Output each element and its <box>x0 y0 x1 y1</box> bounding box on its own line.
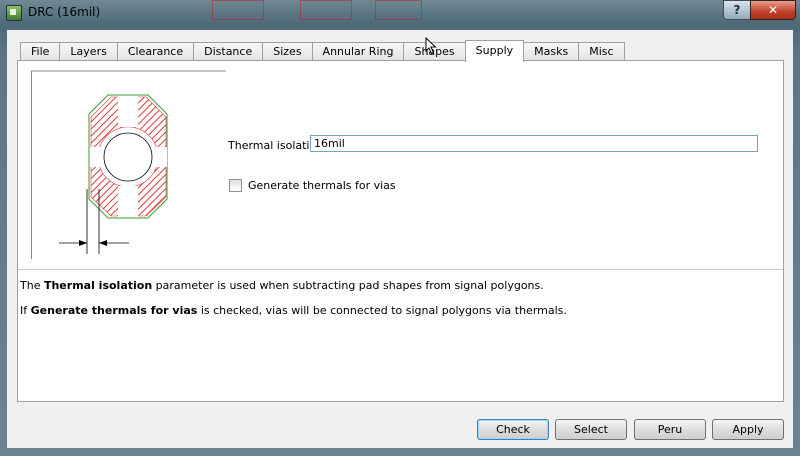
thermal-isolation-label: Thermal isolation <box>228 139 324 152</box>
tab-sizes[interactable]: Sizes <box>262 42 313 61</box>
thermal-isolation-input[interactable] <box>310 135 758 152</box>
desc2-pre: If <box>20 304 31 317</box>
check-button[interactable]: Check <box>477 419 549 440</box>
dialog-client-area: File Layers Clearance Distance Sizes Ann… <box>7 30 793 448</box>
desc2-post: is checked, vias will be connected to si… <box>197 304 567 317</box>
tab-supply[interactable]: Supply <box>464 40 525 62</box>
supply-panel: Thermal isolation Generate thermals for … <box>17 60 784 402</box>
background-decoration <box>300 0 352 20</box>
peru-button[interactable]: Peru <box>634 419 706 440</box>
tab-bar: File Layers Clearance Distance Sizes Ann… <box>20 40 625 62</box>
thermal-diagram <box>31 70 226 259</box>
help-button[interactable]: ? <box>723 0 751 20</box>
panel-separator <box>18 269 783 270</box>
apply-button[interactable]: Apply <box>712 419 784 440</box>
drill-hole <box>103 132 153 182</box>
generate-thermals-label: Generate thermals for vias <box>248 179 396 192</box>
mouse-cursor-icon <box>425 37 437 55</box>
dimension-arrowhead-right <box>99 240 107 246</box>
thermal-spoke-gap-bottom <box>118 186 138 217</box>
tab-misc[interactable]: Misc <box>578 42 625 61</box>
title-bar[interactable]: DRC (16mil) ? ✕ <box>0 0 800 24</box>
background-decoration <box>212 0 264 20</box>
background-decoration <box>375 0 422 20</box>
drc-window: DRC (16mil) ? ✕ File Layers Clearance Di… <box>0 0 800 456</box>
description-line-2: If Generate thermals for vias is checked… <box>20 304 567 317</box>
tab-annular-ring[interactable]: Annular Ring <box>311 42 405 61</box>
tab-clearance[interactable]: Clearance <box>116 42 195 61</box>
generate-thermals-row[interactable]: Generate thermals for vias <box>229 179 396 192</box>
thermal-spoke-gap-top <box>118 96 138 127</box>
desc1-pre: The <box>20 279 44 292</box>
desc1-bold: Thermal isolation <box>43 279 153 292</box>
description-line-1: The Thermal isolation parameter is used … <box>20 279 544 292</box>
tab-layers[interactable]: Layers <box>59 42 118 61</box>
window-title: DRC (16mil) <box>28 5 101 19</box>
generate-thermals-checkbox[interactable] <box>229 179 242 192</box>
desc1-post: parameter is used when subtracting pad s… <box>152 279 544 292</box>
tab-distance[interactable]: Distance <box>193 42 264 61</box>
tab-masks[interactable]: Masks <box>523 42 580 61</box>
app-icon <box>6 5 22 21</box>
close-button[interactable]: ✕ <box>750 0 796 20</box>
dimension-arrowhead-left <box>79 240 87 246</box>
select-button[interactable]: Select <box>555 419 627 440</box>
desc2-bold: Generate thermals for vias <box>30 304 198 317</box>
tab-file[interactable]: File <box>20 42 61 61</box>
